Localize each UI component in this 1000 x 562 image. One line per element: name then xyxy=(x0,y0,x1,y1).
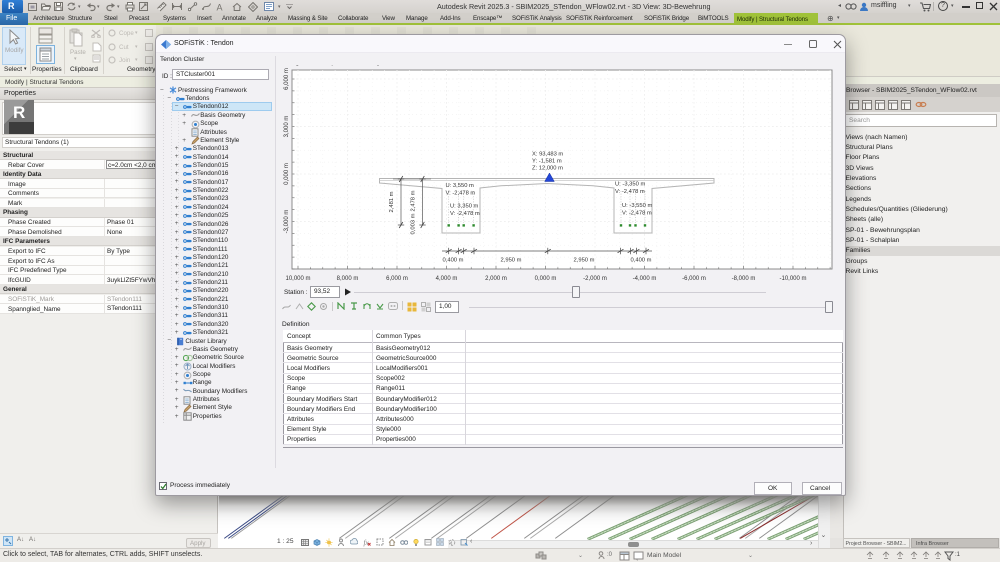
svg-text:2,000 m: 2,000 m xyxy=(485,276,507,282)
svg-text:0,400 m: 0,400 m xyxy=(443,258,464,264)
svg-text:-2,000 m: -2,000 m xyxy=(583,276,607,282)
svg-text:4,000 m: 4,000 m xyxy=(436,276,458,282)
svg-text:-10,000 m: -10,000 m xyxy=(779,276,806,282)
svg-text:8,000 m: 8,000 m xyxy=(337,276,359,282)
svg-text:V: -2,478 m: V: -2,478 m xyxy=(446,191,476,197)
svg-text:V: -2,478 m: V: -2,478 m xyxy=(450,211,480,217)
svg-text:V: -2,478 m: V: -2,478 m xyxy=(622,211,652,217)
svg-text:Y: -1,581 m: Y: -1,581 m xyxy=(532,159,562,165)
svg-text:-6,000 m: -6,000 m xyxy=(682,276,706,282)
svg-text:0,000 m: 0,000 m xyxy=(284,163,290,185)
svg-text:3,000 m: 3,000 m xyxy=(284,116,290,138)
svg-text:U: 3,350 m: U: 3,350 m xyxy=(450,204,479,210)
svg-text:-4,000 m: -4,000 m xyxy=(633,276,657,282)
svg-text:0,000 m: 0,000 m xyxy=(535,276,557,282)
svg-text:A: A xyxy=(217,3,223,13)
svg-text:2,950 m: 2,950 m xyxy=(501,258,522,264)
svg-text:2,950 m: 2,950 m xyxy=(574,258,595,264)
svg-text:10,000 m: 10,000 m xyxy=(285,276,310,282)
svg-text:2,478 m: 2,478 m xyxy=(411,190,417,211)
svg-text:Z: 12,000 m: Z: 12,000 m xyxy=(532,166,563,172)
svg-text:0,400 m: 0,400 m xyxy=(631,258,652,264)
svg-text:Orthogonal - Compound Geometry: Orthogonal - Compound Geometry xyxy=(283,65,381,66)
svg-text:6,000 m: 6,000 m xyxy=(386,276,408,282)
svg-text:V: -2,478 m: V: -2,478 m xyxy=(615,189,645,195)
svg-text:X: 93,483 m: X: 93,483 m xyxy=(532,152,563,158)
svg-text:U: -3,550 m: U: -3,550 m xyxy=(622,203,652,209)
svg-text:2,481 m: 2,481 m xyxy=(389,191,395,212)
svg-text:0,003 m: 0,003 m xyxy=(411,213,417,234)
svg-text:U: 3,550 m: U: 3,550 m xyxy=(446,183,475,189)
svg-text:-3,000 m: -3,000 m xyxy=(284,210,290,234)
svg-text:U: -3,350 m: U: -3,350 m xyxy=(615,182,645,188)
svg-text:-8,000 m: -8,000 m xyxy=(732,276,756,282)
svg-text:6,000 m: 6,000 m xyxy=(284,68,290,90)
